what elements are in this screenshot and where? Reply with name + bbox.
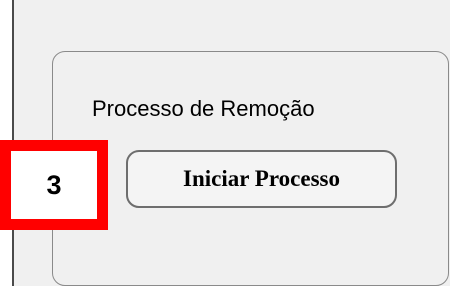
group-title: Processo de Remoção bbox=[92, 96, 315, 121]
step-badge: 3 bbox=[0, 140, 108, 230]
start-process-button-label: Iniciar Processo bbox=[183, 166, 340, 191]
start-process-button[interactable]: Iniciar Processo bbox=[126, 150, 397, 208]
step-number: 3 bbox=[46, 169, 62, 200]
